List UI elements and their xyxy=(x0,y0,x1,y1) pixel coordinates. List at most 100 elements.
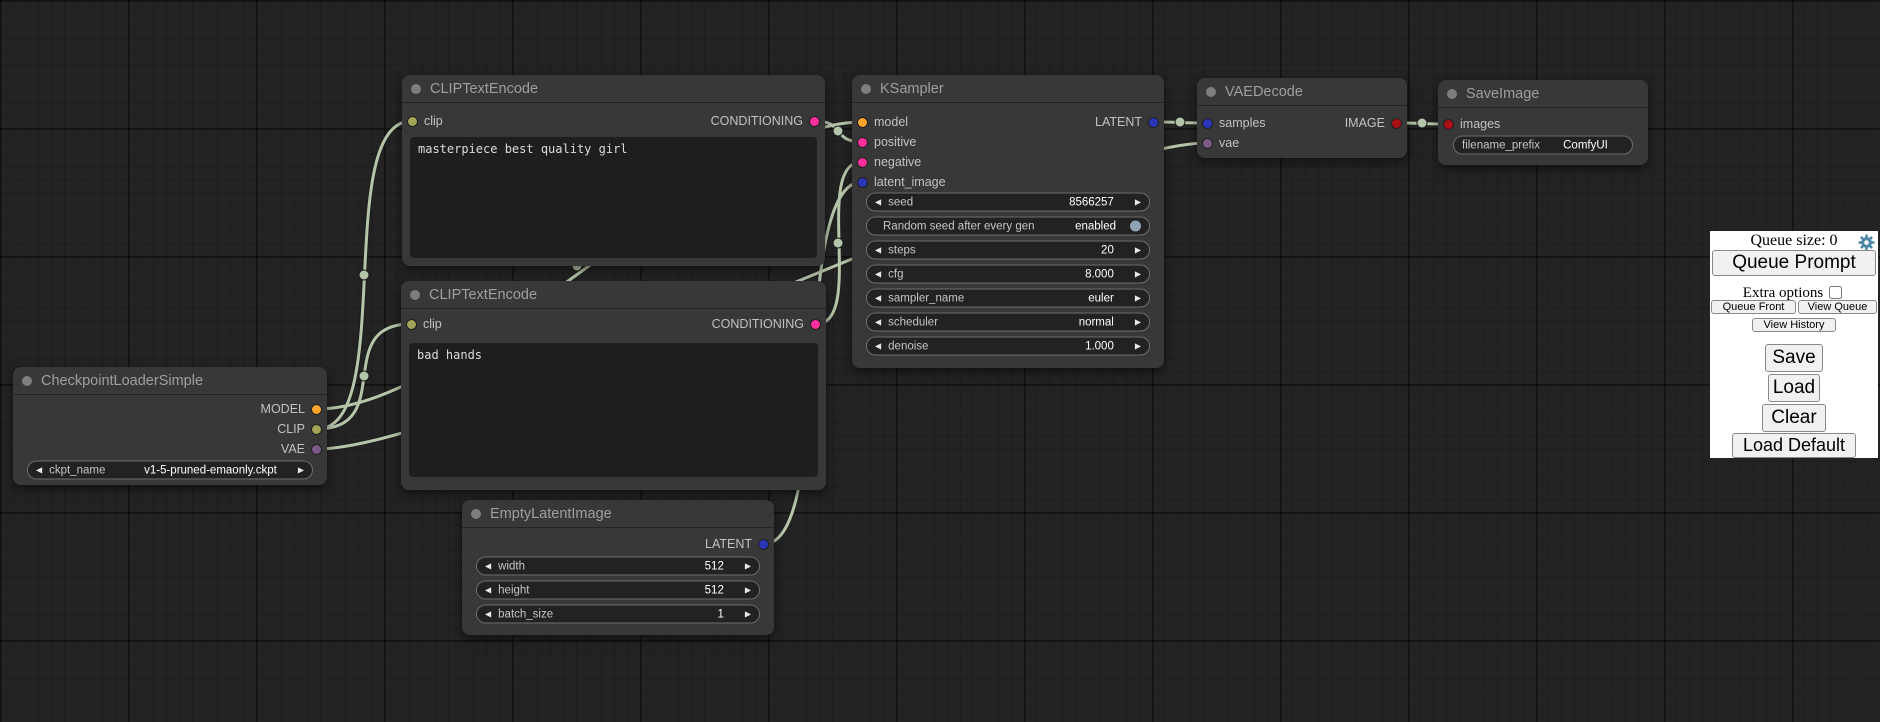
clip-port-icon[interactable] xyxy=(312,425,321,434)
widget-scheduler[interactable]: ◀ scheduler normal ▶ xyxy=(866,313,1150,332)
right-arrow-icon[interactable]: ▶ xyxy=(1135,318,1141,326)
input-port-clip[interactable]: clip xyxy=(407,315,442,333)
conditioning-port-icon[interactable] xyxy=(858,138,867,147)
collapse-dot-icon[interactable] xyxy=(1206,87,1216,97)
collapse-dot-icon[interactable] xyxy=(471,509,481,519)
queue-prompt-button[interactable]: Queue Prompt xyxy=(1712,250,1876,276)
conditioning-port-icon[interactable] xyxy=(810,117,819,126)
input-port-samples[interactable]: samples xyxy=(1203,114,1266,132)
node-save-image[interactable]: SaveImage images filename_prefix ComfyUI xyxy=(1438,80,1648,165)
left-arrow-icon[interactable]: ◀ xyxy=(875,270,881,278)
collapse-dot-icon[interactable] xyxy=(411,84,421,94)
widget-batch-size[interactable]: ◀ batch_size 1 ▶ xyxy=(476,605,760,624)
latent-port-icon[interactable] xyxy=(858,178,867,187)
widget-height[interactable]: ◀ height 512 ▶ xyxy=(476,581,760,600)
collapse-dot-icon[interactable] xyxy=(410,290,420,300)
load-default-button[interactable]: Load Default xyxy=(1732,433,1856,458)
left-arrow-icon[interactable]: ◀ xyxy=(875,294,881,302)
latent-port-icon[interactable] xyxy=(1203,119,1212,128)
collapse-dot-icon[interactable] xyxy=(861,84,871,94)
clip-port-icon[interactable] xyxy=(407,320,416,329)
output-port-vae[interactable]: VAE xyxy=(281,440,321,458)
latent-port-icon[interactable] xyxy=(759,540,768,549)
image-port-icon[interactable] xyxy=(1444,120,1453,129)
widget-width[interactable]: ◀ width 512 ▶ xyxy=(476,557,760,576)
view-queue-button[interactable]: View Queue xyxy=(1798,300,1877,314)
queue-front-button[interactable]: Queue Front xyxy=(1711,300,1796,314)
node-ksampler[interactable]: KSampler model positive negative latent_… xyxy=(852,75,1164,368)
left-arrow-icon[interactable]: ◀ xyxy=(875,342,881,350)
right-arrow-icon[interactable]: ▶ xyxy=(745,562,751,570)
model-port-icon[interactable] xyxy=(312,405,321,414)
toggle-enabled-icon[interactable] xyxy=(1130,221,1141,232)
right-arrow-icon[interactable]: ▶ xyxy=(745,610,751,618)
vae-port-icon[interactable] xyxy=(312,445,321,454)
image-port-icon[interactable] xyxy=(1392,119,1401,128)
output-port-latent[interactable]: LATENT xyxy=(705,535,768,553)
widget-cfg[interactable]: ◀ cfg 8.000 ▶ xyxy=(866,265,1150,284)
prompt-textarea[interactable]: bad hands xyxy=(409,343,818,477)
widget-random-seed-toggle[interactable]: Random seed after every gen enabled xyxy=(866,217,1150,236)
input-port-model[interactable]: model xyxy=(858,113,908,131)
right-arrow-icon[interactable]: ▶ xyxy=(745,586,751,594)
output-port-conditioning[interactable]: CONDITIONING xyxy=(712,315,820,333)
input-port-images[interactable]: images xyxy=(1444,115,1500,133)
output-port-conditioning[interactable]: CONDITIONING xyxy=(711,112,819,130)
output-port-model[interactable]: MODEL xyxy=(261,400,321,418)
view-history-button[interactable]: View History xyxy=(1752,318,1836,332)
widget-sampler-name[interactable]: ◀ sampler_name euler ▶ xyxy=(866,289,1150,308)
input-port-positive[interactable]: positive xyxy=(858,133,916,151)
comfyui-canvas[interactable]: { "colors": { "wire": "#b5c5aa", "model_… xyxy=(0,0,1880,722)
right-arrow-icon[interactable]: ▶ xyxy=(298,466,304,474)
left-arrow-icon[interactable]: ◀ xyxy=(485,562,491,570)
node-empty-latent-image[interactable]: EmptyLatentImage LATENT ◀ width 512 ▶ ◀ … xyxy=(462,500,774,635)
right-arrow-icon[interactable]: ▶ xyxy=(1135,198,1141,206)
input-port-negative[interactable]: negative xyxy=(858,153,921,171)
left-arrow-icon[interactable]: ◀ xyxy=(485,586,491,594)
node-vae-decode[interactable]: VAEDecode samples vae IMAGE xyxy=(1197,78,1407,158)
widget-seed[interactable]: ◀ seed 8566257 ▶ xyxy=(866,193,1150,212)
widget-denoise[interactable]: ◀ denoise 1.000 ▶ xyxy=(866,337,1150,356)
right-arrow-icon[interactable]: ▶ xyxy=(1135,246,1141,254)
conditioning-port-icon[interactable] xyxy=(858,158,867,167)
save-button[interactable]: Save xyxy=(1765,344,1823,372)
node-title-bar[interactable]: KSampler xyxy=(852,75,1164,103)
input-port-vae[interactable]: vae xyxy=(1203,134,1239,152)
output-port-image[interactable]: IMAGE xyxy=(1345,114,1401,132)
node-title-bar[interactable]: VAEDecode xyxy=(1197,78,1407,106)
right-arrow-icon[interactable]: ▶ xyxy=(1135,270,1141,278)
node-title-bar[interactable]: CLIPTextEncode xyxy=(402,75,825,103)
prompt-textarea[interactable]: masterpiece best quality girl xyxy=(410,137,817,258)
clip-port-icon[interactable] xyxy=(408,117,417,126)
load-button[interactable]: Load xyxy=(1768,374,1820,402)
widget-steps[interactable]: ◀ steps 20 ▶ xyxy=(866,241,1150,260)
vae-port-icon[interactable] xyxy=(1203,139,1212,148)
clear-button[interactable]: Clear xyxy=(1762,404,1826,432)
right-arrow-icon[interactable]: ▶ xyxy=(1135,342,1141,350)
output-port-clip[interactable]: CLIP xyxy=(277,420,321,438)
output-port-latent[interactable]: LATENT xyxy=(1095,113,1158,131)
left-arrow-icon[interactable]: ◀ xyxy=(875,318,881,326)
left-arrow-icon[interactable]: ◀ xyxy=(875,246,881,254)
input-port-latent-image[interactable]: latent_image xyxy=(858,173,946,191)
left-arrow-icon[interactable]: ◀ xyxy=(485,610,491,618)
widget-ckpt-name[interactable]: ◀ ckpt_name v1-5-pruned-emaonly.ckpt ▶ xyxy=(27,461,313,480)
conditioning-port-icon[interactable] xyxy=(811,320,820,329)
model-port-icon[interactable] xyxy=(858,118,867,127)
collapse-dot-icon[interactable] xyxy=(22,376,32,386)
node-title-bar[interactable]: SaveImage xyxy=(1438,80,1648,108)
collapse-dot-icon[interactable] xyxy=(1447,89,1457,99)
input-port-clip[interactable]: clip xyxy=(408,112,443,130)
node-checkpoint-loader-simple[interactable]: CheckpointLoaderSimple MODEL CLIP VAE ◀ … xyxy=(13,367,327,485)
right-arrow-icon[interactable]: ▶ xyxy=(1135,294,1141,302)
node-title-bar[interactable]: EmptyLatentImage xyxy=(462,500,774,528)
left-arrow-icon[interactable]: ◀ xyxy=(875,198,881,206)
widget-filename-prefix[interactable]: filename_prefix ComfyUI xyxy=(1453,136,1633,155)
latent-port-icon[interactable] xyxy=(1149,118,1158,127)
extra-options-checkbox[interactable] xyxy=(1829,286,1842,299)
node-clip-text-encode-positive[interactable]: CLIPTextEncode clip CONDITIONING masterp… xyxy=(402,75,825,266)
node-clip-text-encode-negative[interactable]: CLIPTextEncode clip CONDITIONING bad han… xyxy=(401,281,826,490)
node-title-bar[interactable]: CLIPTextEncode xyxy=(401,281,826,309)
node-title-bar[interactable]: CheckpointLoaderSimple xyxy=(13,367,327,395)
left-arrow-icon[interactable]: ◀ xyxy=(36,466,42,474)
